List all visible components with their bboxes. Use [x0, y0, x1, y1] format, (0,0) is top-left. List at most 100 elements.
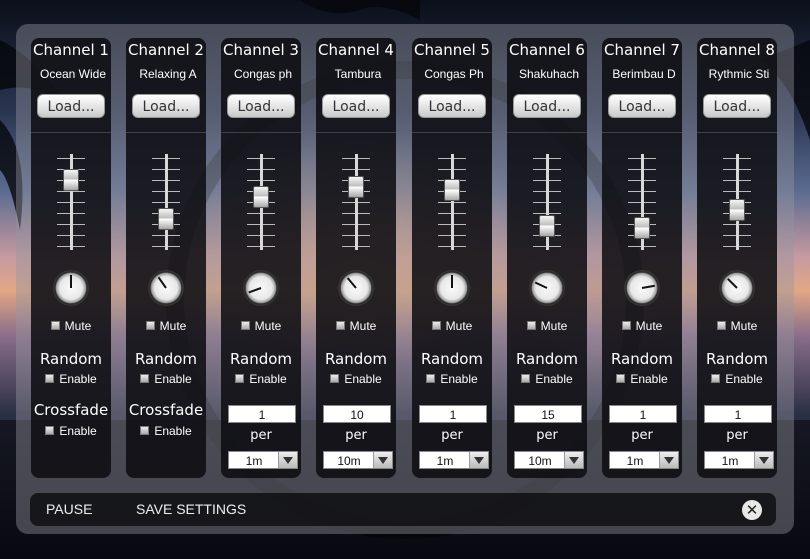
crossfade-enable-checkbox[interactable]: Enable [126, 424, 206, 438]
random-count-input[interactable]: 1 [419, 405, 487, 423]
channel-file-name: Rythmic Sti [708, 67, 770, 81]
volume-fader-thumb[interactable] [634, 217, 650, 239]
random-enable-checkbox[interactable]: Enable [221, 372, 301, 386]
checkbox-icon[interactable] [335, 321, 345, 331]
channel-title: Channel 2 [128, 41, 204, 59]
save-settings-button[interactable]: SAVE SETTINGS [136, 493, 246, 526]
pause-button[interactable]: PAUSE [46, 493, 92, 526]
mute-checkbox[interactable]: Mute [221, 319, 301, 333]
volume-fader-thumb[interactable] [253, 186, 269, 208]
crossfade-enable-label: Enable [154, 424, 192, 438]
random-enable-label: Enable [249, 372, 287, 386]
load-button[interactable]: Load... [418, 94, 486, 118]
checkbox-icon[interactable] [330, 374, 340, 384]
mute-checkbox[interactable]: Mute [697, 319, 777, 333]
interval-select[interactable]: 1m [228, 451, 298, 469]
load-button[interactable]: Load... [37, 94, 105, 118]
volume-fader-thumb[interactable] [539, 215, 555, 237]
checkbox-icon[interactable] [50, 321, 60, 331]
random-count-input[interactable]: 1 [228, 405, 296, 423]
checkbox-icon[interactable] [45, 426, 55, 436]
mute-checkbox[interactable]: Mute [126, 319, 206, 333]
pan-knob[interactable] [53, 270, 89, 306]
volume-fader-track[interactable] [165, 154, 168, 250]
close-icon[interactable]: ✕ [742, 500, 762, 520]
volume-fader-track[interactable] [451, 154, 454, 250]
chevron-down-icon[interactable] [469, 452, 488, 468]
interval-select[interactable]: 10m [323, 451, 393, 469]
checkbox-icon[interactable] [431, 321, 441, 331]
checkbox-icon[interactable] [140, 374, 150, 384]
random-enable-checkbox[interactable]: Enable [697, 372, 777, 386]
divider [507, 132, 587, 133]
mute-checkbox[interactable]: Mute [31, 319, 111, 333]
load-button[interactable]: Load... [132, 94, 200, 118]
interval-select[interactable]: 10m [514, 451, 584, 469]
checkbox-icon[interactable] [526, 321, 536, 331]
checkbox-icon[interactable] [716, 321, 726, 331]
load-button[interactable]: Load... [227, 94, 295, 118]
volume-fader-thumb[interactable] [348, 176, 364, 198]
chevron-down-icon[interactable] [278, 452, 297, 468]
chevron-down-icon[interactable] [564, 452, 583, 468]
pan-knob[interactable] [529, 270, 565, 306]
pan-knob[interactable] [719, 270, 755, 306]
random-title: Random [229, 350, 293, 368]
random-count-input[interactable]: 1 [609, 405, 677, 423]
random-count-input[interactable]: 1 [704, 405, 772, 423]
pan-knob[interactable] [148, 270, 184, 306]
load-button[interactable]: Load... [513, 94, 581, 118]
chevron-down-icon[interactable] [659, 452, 678, 468]
volume-fader-track[interactable] [355, 154, 358, 250]
random-enable-checkbox[interactable]: Enable [507, 372, 587, 386]
interval-select[interactable]: 1m [609, 451, 679, 469]
crossfade-title: Crossfade [33, 401, 109, 419]
crossfade-enable-checkbox[interactable]: Enable [31, 424, 111, 438]
knob-pointer [641, 284, 655, 289]
volume-fader-thumb[interactable] [729, 199, 745, 221]
checkbox-icon[interactable] [616, 374, 626, 384]
checkbox-icon[interactable] [621, 321, 631, 331]
random-title: Random [610, 350, 674, 368]
pan-knob[interactable] [338, 270, 374, 306]
random-enable-checkbox[interactable]: Enable [602, 372, 682, 386]
random-enable-checkbox[interactable]: Enable [412, 372, 492, 386]
channel-file-name: Relaxing A [139, 67, 197, 81]
pan-knob[interactable] [624, 270, 660, 306]
load-button[interactable]: Load... [703, 94, 771, 118]
pan-knob[interactable] [243, 270, 279, 306]
volume-fader-thumb[interactable] [158, 208, 174, 230]
channel-strip-1: Channel 1 Ocean Wide Load... Mute Random… [31, 38, 111, 478]
load-button[interactable]: Load... [608, 94, 676, 118]
volume-fader-thumb[interactable] [444, 179, 460, 201]
mute-checkbox[interactable]: Mute [412, 319, 492, 333]
checkbox-icon[interactable] [521, 374, 531, 384]
checkbox-icon[interactable] [145, 321, 155, 331]
random-enable-checkbox[interactable]: Enable [31, 372, 111, 386]
mute-label: Mute [159, 319, 187, 333]
mute-checkbox[interactable]: Mute [316, 319, 396, 333]
mute-checkbox[interactable]: Mute [602, 319, 682, 333]
interval-value: 1m [436, 454, 454, 468]
checkbox-icon[interactable] [45, 374, 55, 384]
interval-select[interactable]: 1m [419, 451, 489, 469]
checkbox-icon[interactable] [711, 374, 721, 384]
volume-fader-thumb[interactable] [63, 169, 79, 191]
load-button[interactable]: Load... [322, 94, 390, 118]
knob-pointer [70, 275, 72, 288]
random-title: Random [324, 350, 388, 368]
checkbox-icon[interactable] [140, 426, 150, 436]
chevron-down-icon[interactable] [754, 452, 773, 468]
random-count-input[interactable]: 10 [323, 405, 391, 423]
interval-value: 1m [626, 454, 644, 468]
random-enable-checkbox[interactable]: Enable [126, 372, 206, 386]
random-count-input[interactable]: 15 [514, 405, 582, 423]
chevron-down-icon[interactable] [373, 452, 392, 468]
interval-select[interactable]: 1m [704, 451, 774, 469]
checkbox-icon[interactable] [235, 374, 245, 384]
checkbox-icon[interactable] [426, 374, 436, 384]
pan-knob[interactable] [434, 270, 470, 306]
mute-checkbox[interactable]: Mute [507, 319, 587, 333]
checkbox-icon[interactable] [240, 321, 250, 331]
random-enable-checkbox[interactable]: Enable [316, 372, 396, 386]
